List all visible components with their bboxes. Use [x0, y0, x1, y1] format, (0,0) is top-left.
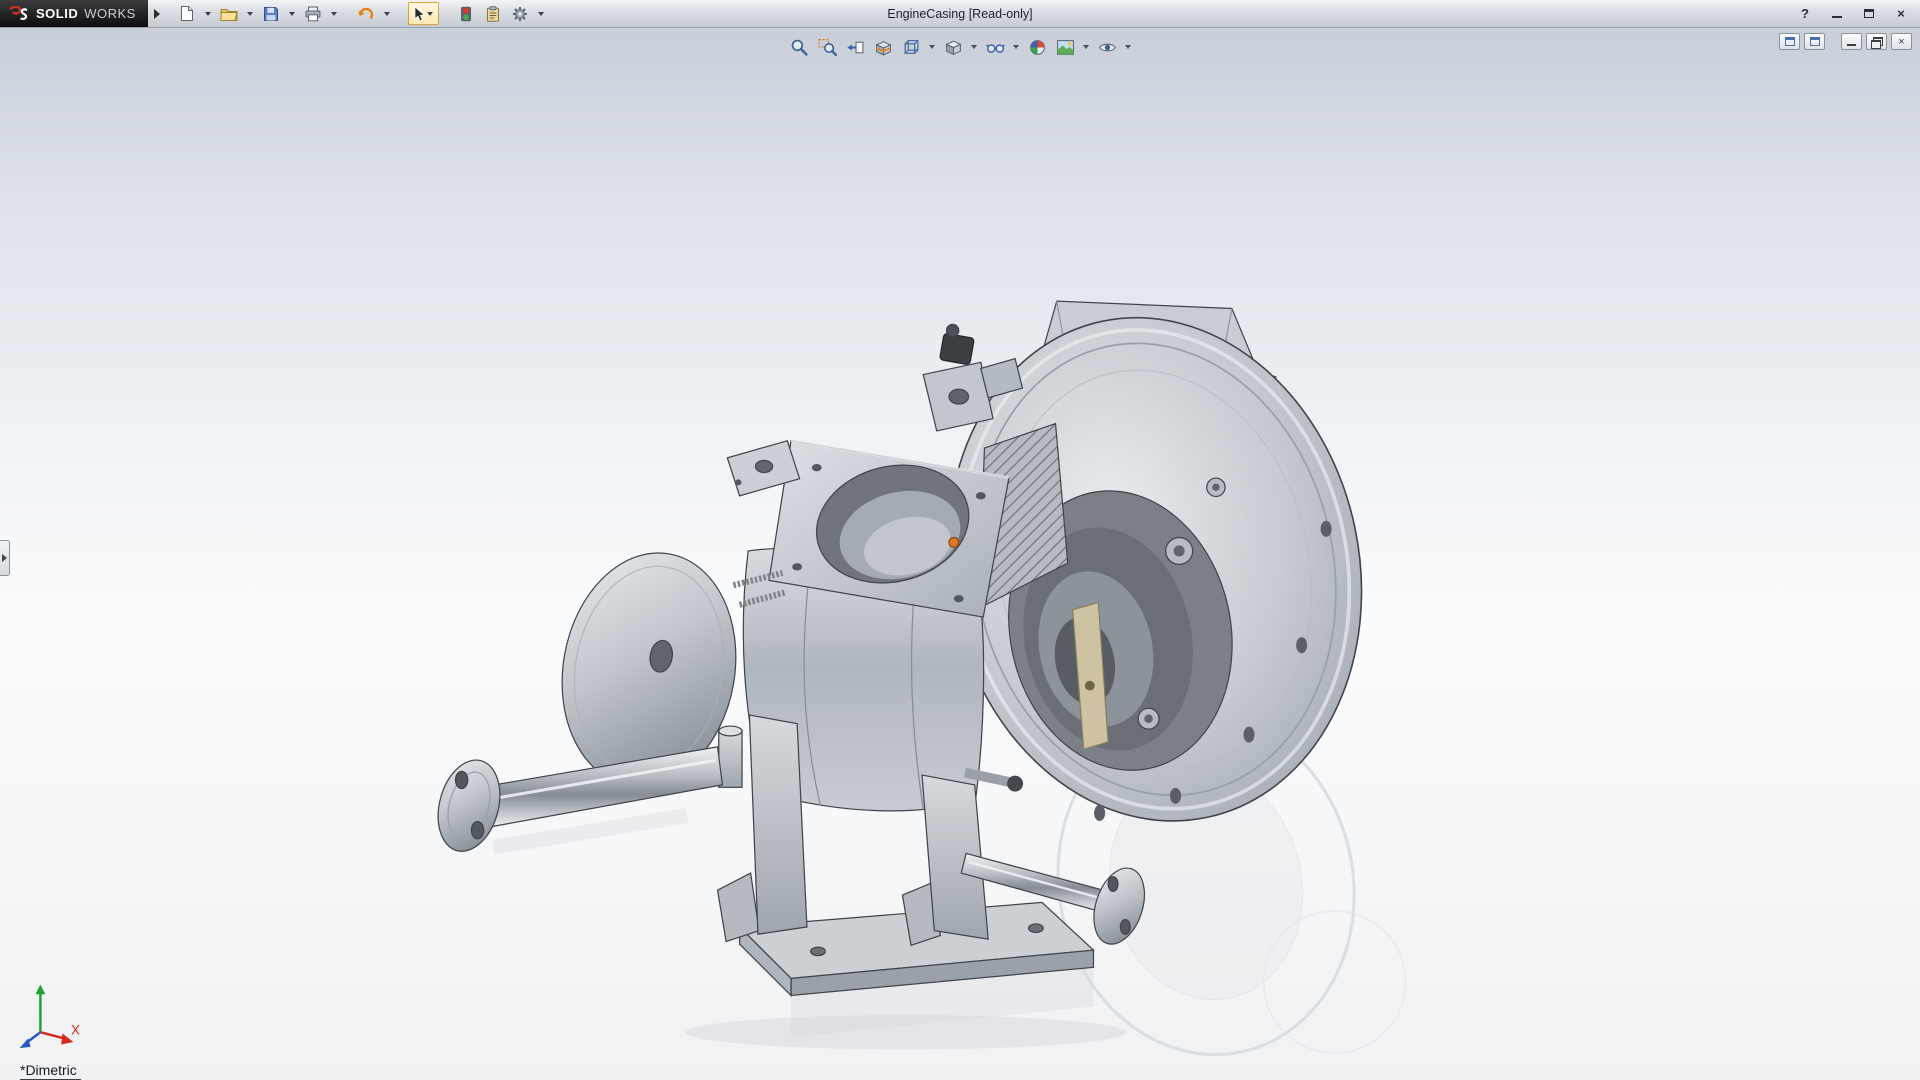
display-style-icon — [944, 40, 962, 55]
maximize-button[interactable] — [1860, 5, 1878, 23]
new-document-button[interactable] — [176, 3, 198, 25]
hide-show-glasses-icon — [985, 43, 1005, 53]
engine-casing-model[interactable]: X — [0, 28, 1920, 1080]
solidworks-window: SOLID WORKS EngineCasing [Read-only] ? ×… — [0, 0, 1920, 1080]
hide-show-dropdown-arrow[interactable] — [1013, 45, 1019, 49]
maximize-icon — [1864, 9, 1874, 18]
reference-triad: X — [19, 984, 80, 1049]
print-icon — [305, 6, 321, 21]
main-toolbar — [176, 2, 546, 25]
apply-scene-icon — [1056, 39, 1074, 55]
selection-point-marker — [948, 536, 960, 548]
document-restore-icon — [1871, 37, 1883, 49]
view-orientation-button[interactable] — [899, 35, 923, 59]
titlebar: SOLID WORKS EngineCasing [Read-only] ? × — [0, 0, 1920, 28]
window-pane-button-1[interactable] — [1779, 33, 1800, 50]
solidworks-brand: SOLID WORKS — [0, 0, 148, 27]
window-controls: ? × — [1796, 5, 1920, 23]
document-close-icon: × — [1898, 35, 1905, 48]
zoom-to-area-icon — [817, 38, 837, 56]
print-dropdown-arrow[interactable] — [330, 11, 337, 16]
undo-dropdown-arrow[interactable] — [383, 11, 390, 16]
section-view-icon — [874, 40, 892, 56]
window-title: EngineCasing [Read-only] — [887, 6, 1033, 21]
close-button[interactable]: × — [1892, 5, 1910, 23]
view-orientation-label: *Dimetric — [20, 1062, 81, 1080]
document-restore-button[interactable] — [1866, 33, 1887, 50]
print-button[interactable] — [302, 3, 324, 25]
document-window-controls: × — [1779, 33, 1912, 50]
select-dropdown-arrow[interactable] — [426, 11, 433, 16]
zoom-to-area-button[interactable] — [815, 35, 839, 59]
previous-view-button[interactable] — [843, 35, 867, 59]
zoom-to-fit-button[interactable] — [787, 35, 811, 59]
expand-panel-arrow-icon — [2, 554, 7, 562]
rebuild-stoplight-icon — [460, 6, 471, 21]
open-dropdown-arrow[interactable] — [246, 11, 253, 16]
rebuild-button[interactable] — [455, 3, 477, 25]
window-pane-button-2[interactable] — [1804, 33, 1825, 50]
axis-y-arrow — [35, 984, 46, 995]
view-settings-dropdown-arrow[interactable] — [1125, 45, 1131, 49]
new-document-icon — [181, 6, 194, 21]
document-close-button[interactable]: × — [1891, 33, 1912, 50]
featuremanager-collapsed-tab[interactable] — [0, 540, 10, 576]
section-view-button[interactable] — [871, 35, 895, 59]
view-orientation-dropdown-arrow[interactable] — [929, 45, 935, 49]
menu-flyout-arrow[interactable] — [153, 8, 160, 19]
undo-arrow-icon — [358, 7, 374, 19]
graphics-viewport[interactable]: X × *Dimetric — [0, 28, 1920, 1080]
select-tool-button[interactable] — [407, 2, 439, 25]
axis-x-label: X — [71, 1023, 80, 1038]
minimize-icon — [1832, 9, 1842, 18]
select-cursor-icon — [414, 5, 425, 21]
apply-scene-dropdown-arrow[interactable] — [1083, 45, 1089, 49]
open-button[interactable] — [218, 3, 240, 25]
pane-icon — [1809, 37, 1820, 46]
new-dropdown-arrow[interactable] — [204, 11, 211, 16]
brand-text-bold: SOLID — [36, 6, 79, 21]
file-properties-button[interactable] — [482, 3, 504, 25]
apply-scene-button[interactable] — [1053, 35, 1077, 59]
display-style-button[interactable] — [941, 35, 965, 59]
hide-show-items-button[interactable] — [983, 35, 1007, 59]
options-dropdown-arrow[interactable] — [537, 11, 544, 16]
previous-view-icon — [846, 41, 863, 53]
display-style-dropdown-arrow[interactable] — [971, 45, 977, 49]
options-button[interactable] — [509, 3, 531, 25]
view-settings-button[interactable] — [1095, 35, 1119, 59]
undo-button[interactable] — [355, 3, 377, 25]
open-folder-icon — [220, 8, 238, 21]
pane-icon — [1784, 37, 1795, 46]
document-minimize-icon — [1847, 38, 1856, 46]
save-button[interactable] — [260, 3, 282, 25]
headsup-view-toolbar — [783, 33, 1137, 61]
edit-appearance-icon — [1029, 39, 1045, 55]
3ds-logo-icon — [9, 5, 28, 20]
save-dropdown-arrow[interactable] — [288, 11, 295, 16]
file-properties-icon — [486, 5, 499, 22]
document-minimize-button[interactable] — [1841, 33, 1862, 50]
save-floppy-icon — [263, 6, 278, 21]
options-gear-icon — [512, 6, 527, 21]
minimize-button[interactable] — [1828, 5, 1846, 23]
brand-text-light: WORKS — [84, 6, 136, 21]
zoom-to-fit-icon — [791, 39, 808, 56]
view-orientation-icon — [904, 39, 918, 54]
edit-appearance-button[interactable] — [1025, 35, 1049, 59]
view-settings-eye-icon — [1098, 43, 1116, 51]
help-button[interactable]: ? — [1796, 5, 1814, 23]
